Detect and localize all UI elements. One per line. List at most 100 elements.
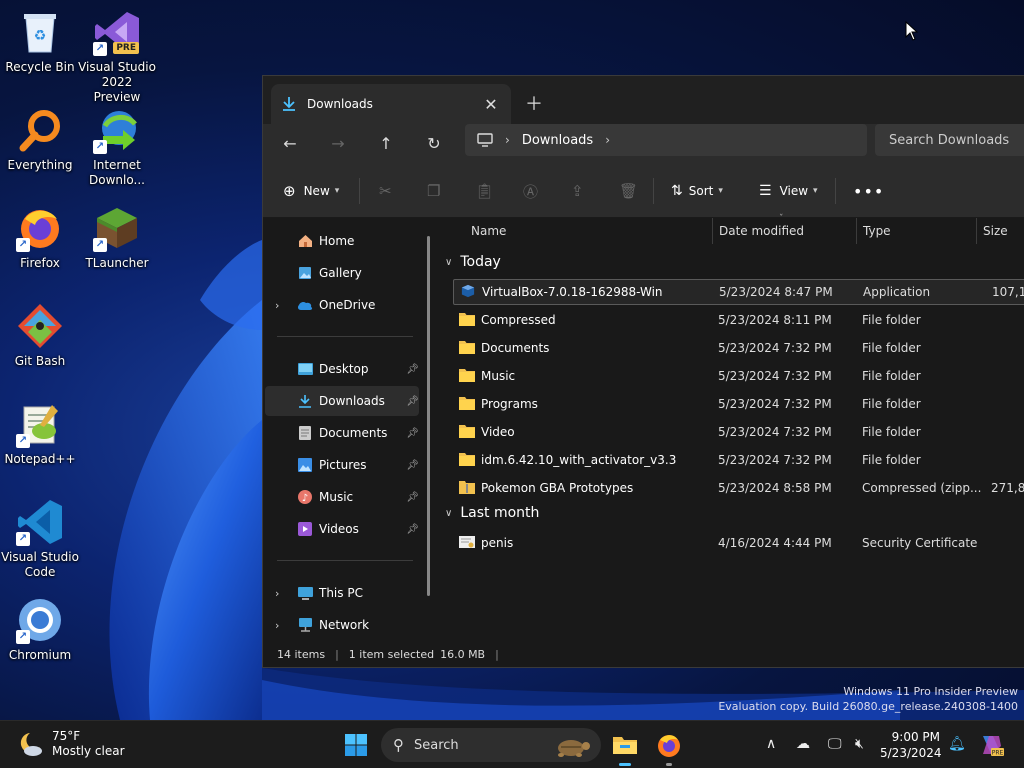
nav-item-pictures[interactable]: Pictures 📌︎: [265, 450, 419, 480]
delete-button[interactable]: 🗑︎: [619, 180, 638, 202]
desktop-icon-tlauncher[interactable]: ↗ TLauncher: [77, 204, 157, 271]
desktop-icon-chromium[interactable]: ↗ Chromium: [0, 596, 80, 663]
nav-item-home[interactable]: Home: [265, 226, 419, 256]
nav-item-documents[interactable]: Documents 📌︎: [265, 418, 419, 448]
notification-bell-icon[interactable]: 🔔︎: [948, 736, 966, 752]
group-header-today[interactable]: ∨ Today: [445, 254, 501, 270]
column-divider[interactable]: [712, 218, 713, 244]
view-button[interactable]: ☰ View ▾: [759, 180, 818, 202]
pin-icon[interactable]: 📌︎: [406, 364, 419, 375]
file-row[interactable]: VirtualBox-7.0.18-162988-Win 5/23/2024 8:…: [453, 279, 1024, 305]
share-button[interactable]: ⇪: [571, 180, 584, 202]
chevron-right-icon[interactable]: ›: [275, 619, 279, 632]
search-input[interactable]: Search Downloads: [875, 124, 1024, 156]
nav-item-desktop[interactable]: Desktop 📌︎: [265, 354, 419, 384]
file-row[interactable]: Compressed 5/23/2024 8:11 PM File folder: [453, 307, 1024, 333]
file-name: Programs: [481, 397, 538, 411]
chevron-right-icon[interactable]: ›: [505, 133, 510, 147]
nav-scrollbar[interactable]: [427, 236, 430, 596]
refresh-button[interactable]: ↻: [419, 130, 449, 156]
pin-icon[interactable]: 📌︎: [406, 428, 419, 439]
breadcrumb[interactable]: › Downloads ›: [465, 124, 867, 156]
copy-button[interactable]: ❐: [427, 180, 440, 202]
column-name[interactable]: Name: [471, 224, 506, 238]
file-row[interactable]: Programs 5/23/2024 7:32 PM File folder: [453, 391, 1024, 417]
clock[interactable]: 9:00 PM 5/23/2024: [880, 729, 942, 761]
more-options-button[interactable]: •••: [853, 180, 884, 202]
title-bar[interactable]: Downloads ✕ ＋: [263, 76, 1024, 124]
taskbar-file-explorer[interactable]: [609, 729, 641, 766]
new-button[interactable]: ⊕ New ▾: [283, 180, 339, 202]
nav-item-onedrive[interactable]: › OneDrive: [265, 290, 419, 320]
nav-item-videos[interactable]: Videos 📌︎: [265, 514, 419, 544]
desktop-icon-vscode[interactable]: ↗ Visual Studio Code: [0, 498, 80, 580]
column-divider[interactable]: [856, 218, 857, 244]
chevron-right-icon[interactable]: ›: [605, 133, 610, 147]
desktop-icon-visual-studio[interactable]: ↗ PRE Visual Studio 2022 Preview: [77, 8, 157, 105]
chevron-down-icon: ∨: [445, 256, 453, 268]
nav-item-this-pc[interactable]: › This PC: [265, 578, 419, 608]
show-hidden-icons-chevron-icon[interactable]: ∧: [766, 736, 776, 752]
column-date-modified[interactable]: Date modified: [719, 224, 804, 238]
nav-label: Videos: [319, 522, 359, 536]
nav-item-gallery[interactable]: Gallery: [265, 258, 419, 288]
file-type: File folder: [862, 369, 921, 383]
forward-button[interactable]: →: [323, 130, 353, 156]
desktop-icon-git-bash[interactable]: Git Bash: [0, 302, 80, 369]
group-header-last-month[interactable]: ∨ Last month: [445, 505, 539, 521]
column-divider[interactable]: [976, 218, 977, 244]
nav-item-downloads[interactable]: Downloads 📌︎: [265, 386, 419, 416]
column-type[interactable]: Type: [863, 224, 891, 238]
column-size[interactable]: Size: [983, 224, 1008, 238]
cut-button[interactable]: ✂: [379, 180, 392, 202]
file-explorer-window[interactable]: Downloads ✕ ＋ ← → ↑ ↻ › Downloads › Sear…: [262, 75, 1024, 668]
weather-widget[interactable]: 75°F Mostly clear: [16, 729, 125, 759]
file-row[interactable]: penis 4/16/2024 4:44 PM Security Certifica…: [453, 530, 1024, 556]
back-button[interactable]: ←: [275, 130, 305, 156]
chromium-icon: ↗: [16, 596, 64, 644]
pin-icon[interactable]: 📌︎: [406, 460, 419, 471]
tab-downloads[interactable]: Downloads ✕: [271, 84, 511, 124]
start-button[interactable]: [340, 729, 372, 761]
file-row[interactable]: Music 5/23/2024 7:32 PM File folder: [453, 363, 1024, 389]
video-icon: [297, 521, 313, 537]
desktop-icon-recycle-bin[interactable]: ♻ Recycle Bin: [0, 8, 80, 75]
taskbar-search-box[interactable]: ⚲ Search: [381, 728, 601, 762]
desktop-icon-firefox[interactable]: ↗ Firefox: [0, 204, 80, 271]
pin-icon[interactable]: 📌︎: [406, 492, 419, 503]
up-button[interactable]: ↑: [371, 130, 401, 156]
desktop-icon-everything[interactable]: Everything: [0, 106, 80, 173]
pin-icon[interactable]: 📌︎: [406, 524, 419, 535]
network-monitor-icon[interactable]: 🖵︎: [828, 736, 842, 752]
sort-button[interactable]: ⇅ Sort ▾: [671, 180, 723, 202]
file-row[interactable]: Video 5/23/2024 7:32 PM File folder: [453, 419, 1024, 445]
desktop-icon-internet-download-manager[interactable]: ↗ Internet Downlo...: [77, 106, 157, 188]
download-arrow-icon: [283, 97, 295, 111]
new-tab-button[interactable]: ＋: [525, 90, 543, 116]
chevron-right-icon[interactable]: ›: [275, 299, 279, 312]
close-tab-icon[interactable]: ✕: [481, 95, 501, 114]
nav-item-music[interactable]: ♪ Music 📌︎: [265, 482, 419, 512]
breadcrumb-downloads[interactable]: Downloads: [522, 133, 593, 148]
rename-button[interactable]: Ⓐ: [523, 180, 538, 202]
desktop-icon-label: Firefox: [20, 256, 60, 270]
file-row[interactable]: Pokemon GBA Prototypes 5/23/2024 8:58 PM C…: [453, 475, 1024, 501]
nav-label: OneDrive: [319, 298, 376, 312]
zip-folder-icon: [459, 480, 481, 497]
pin-icon[interactable]: 📌︎: [406, 396, 419, 407]
nav-item-network[interactable]: › Network: [265, 610, 419, 640]
monitor-icon: [477, 133, 493, 147]
file-row[interactable]: Documents 5/23/2024 7:32 PM File folder: [453, 335, 1024, 361]
cloud-offline-icon[interactable]: ☁: [796, 736, 810, 752]
turtle-icon: [558, 740, 590, 757]
rename-icon: Ⓐ: [523, 182, 539, 201]
taskbar-firefox[interactable]: [653, 729, 685, 766]
desktop-icon-notepad-plus-plus[interactable]: ↗ Notepad++: [0, 400, 80, 467]
volume-muted-icon[interactable]: 🔇︎: [855, 736, 864, 752]
mouse-cursor-icon: [905, 21, 919, 41]
copilot-button[interactable]: PRE: [976, 729, 1008, 761]
nav-label: Downloads: [319, 394, 385, 408]
chevron-right-icon[interactable]: ›: [275, 587, 279, 600]
file-row[interactable]: idm.6.42.10_with_activator_v3.3 5/23/2024…: [453, 447, 1024, 473]
paste-button[interactable]: 📋︎: [475, 180, 494, 202]
